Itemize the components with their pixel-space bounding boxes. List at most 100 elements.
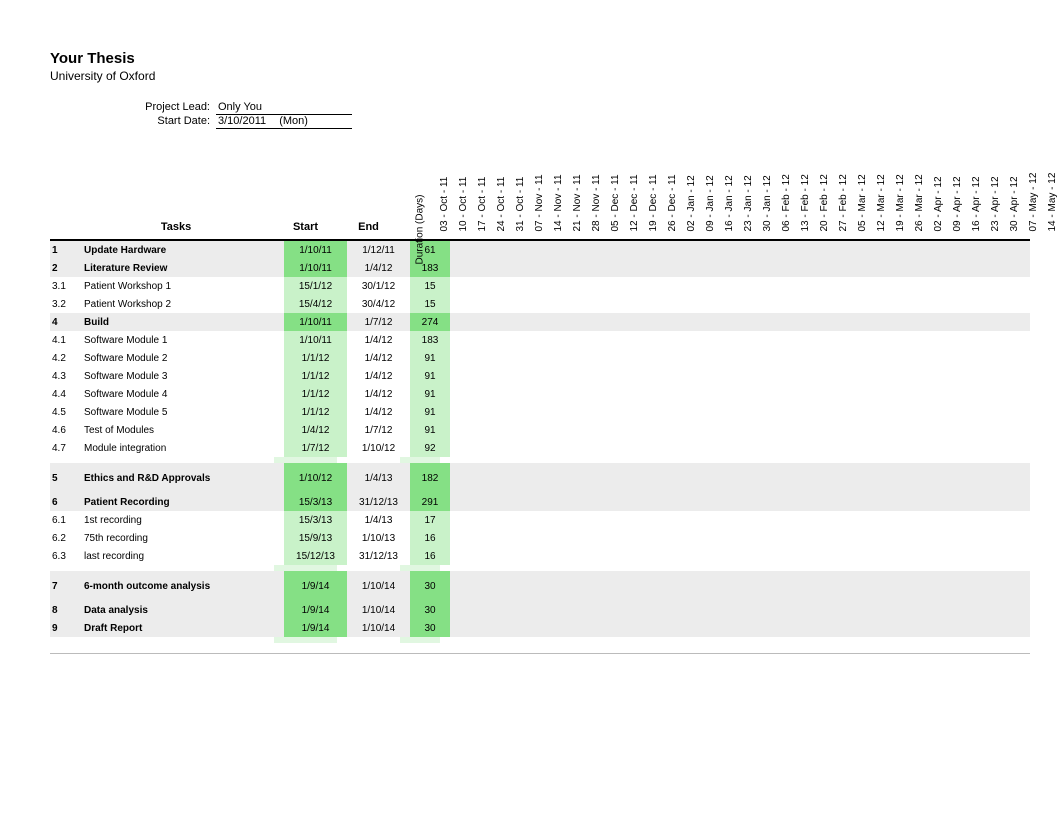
task-id: 5 <box>50 473 80 484</box>
task-start: 1/4/12 <box>284 421 347 439</box>
task-timeline <box>450 421 1030 439</box>
task-start: 1/9/14 <box>284 571 347 601</box>
task-id: 6.1 <box>50 515 80 526</box>
task-name: Ethics and R&D Approvals <box>80 470 284 487</box>
task-timeline <box>450 295 1030 313</box>
document-subtitle: University of Oxford <box>50 69 1057 83</box>
project-lead-row: Project Lead: Only You <box>50 101 1057 115</box>
task-start: 1/10/12 <box>284 463 347 493</box>
task-name: Test of Modules <box>80 425 284 436</box>
task-id: 4.4 <box>50 389 80 400</box>
task-timeline <box>450 463 1030 493</box>
task-timeline <box>450 619 1030 637</box>
task-end: 1/4/12 <box>347 385 410 403</box>
task-end: 1/4/13 <box>347 511 410 529</box>
task-row: 6.3last recording15/12/1331/12/1316 <box>50 547 1030 565</box>
task-start: 15/12/13 <box>284 547 347 565</box>
task-name: Software Module 1 <box>80 335 284 346</box>
task-start: 1/10/11 <box>284 259 347 277</box>
task-id: 4.3 <box>50 371 80 382</box>
page: Your Thesis University of Oxford Project… <box>0 0 1057 817</box>
task-id: 6.2 <box>50 533 80 544</box>
task-timeline <box>450 511 1030 529</box>
task-name: Update Hardware <box>80 245 284 256</box>
task-duration: 91 <box>410 367 450 385</box>
header-duration: Duration (Days) <box>400 137 440 239</box>
task-id: 4.1 <box>50 335 80 346</box>
column-headers: Tasks Start End Duration (Days) 03 - Oct… <box>50 137 1030 241</box>
task-end: 1/4/12 <box>347 259 410 277</box>
task-timeline <box>450 367 1030 385</box>
task-row: 4.3Software Module 31/1/121/4/1291 <box>50 367 1030 385</box>
task-row: 4.7Module integration1/7/121/10/1292 <box>50 439 1030 457</box>
task-timeline <box>450 349 1030 367</box>
task-end: 1/4/12 <box>347 331 410 349</box>
task-id: 1 <box>50 245 80 256</box>
task-name: Literature Review <box>80 263 284 274</box>
header-start: Start <box>274 221 337 239</box>
task-start: 1/1/12 <box>284 367 347 385</box>
task-timeline <box>450 385 1030 403</box>
task-name: Software Module 4 <box>80 389 284 400</box>
task-end: 1/4/12 <box>347 367 410 385</box>
task-id: 3.1 <box>50 281 80 292</box>
task-id: 6.3 <box>50 551 80 562</box>
task-duration: 91 <box>410 349 450 367</box>
task-name: Software Module 5 <box>80 407 284 418</box>
task-id: 3.2 <box>50 299 80 310</box>
task-start: 15/4/12 <box>284 295 347 313</box>
task-id: 6 <box>50 497 80 508</box>
start-date-text: 3/10/2011 <box>218 115 266 127</box>
task-row: 4.1Software Module 11/10/111/4/12183 <box>50 331 1030 349</box>
project-lead-label: Project Lead: <box>50 101 216 113</box>
task-row: 8Data analysis1/9/141/10/1430 <box>50 601 1030 619</box>
header-end: End <box>337 221 400 239</box>
task-id: 4 <box>50 317 80 328</box>
task-end: 1/7/12 <box>347 421 410 439</box>
task-duration: 291 <box>410 493 450 511</box>
task-duration: 30 <box>410 601 450 619</box>
task-end: 1/10/12 <box>347 439 410 457</box>
task-start: 1/10/11 <box>284 241 347 259</box>
task-end: 1/12/11 <box>347 241 410 259</box>
task-timeline <box>450 331 1030 349</box>
task-name: 1st recording <box>80 515 284 526</box>
task-start: 1/1/12 <box>284 403 347 421</box>
project-lead-value[interactable]: Only You <box>216 101 352 115</box>
header-tasks: Tasks <box>78 221 274 239</box>
task-end: 1/10/14 <box>347 619 410 637</box>
task-duration: 92 <box>410 439 450 457</box>
task-id: 4.6 <box>50 425 80 436</box>
task-duration: 183 <box>410 331 450 349</box>
start-date-value[interactable]: 3/10/2011 (Mon) <box>216 115 352 129</box>
task-duration: 91 <box>410 403 450 421</box>
task-end: 1/10/14 <box>347 571 410 601</box>
task-name: Patient Workshop 2 <box>80 299 284 310</box>
task-row: 6Patient Recording15/3/1331/12/13291 <box>50 493 1030 511</box>
task-id: 9 <box>50 623 80 634</box>
task-id: 8 <box>50 605 80 616</box>
start-date-day: (Mon) <box>279 115 308 127</box>
task-duration: 16 <box>410 529 450 547</box>
task-duration: 15 <box>410 277 450 295</box>
task-duration: 91 <box>410 421 450 439</box>
task-duration: 91 <box>410 385 450 403</box>
task-name: last recording <box>80 551 284 562</box>
task-start: 1/1/12 <box>284 385 347 403</box>
task-name: Software Module 3 <box>80 371 284 382</box>
task-end: 1/10/14 <box>347 601 410 619</box>
task-duration: 30 <box>410 571 450 601</box>
task-name: Draft Report <box>80 623 284 634</box>
task-duration: 182 <box>410 463 450 493</box>
task-start: 15/9/13 <box>284 529 347 547</box>
task-rows: 1Update Hardware1/10/111/12/11612Literat… <box>50 241 1030 643</box>
task-duration: 15 <box>410 295 450 313</box>
task-start: 1/7/12 <box>284 439 347 457</box>
task-end: 31/12/13 <box>347 547 410 565</box>
task-start: 1/1/12 <box>284 349 347 367</box>
task-start: 1/10/11 <box>284 331 347 349</box>
task-timeline <box>450 259 1030 277</box>
task-end: 30/4/12 <box>347 295 410 313</box>
task-row: 4.2Software Module 21/1/121/4/1291 <box>50 349 1030 367</box>
task-id: 7 <box>50 581 80 592</box>
